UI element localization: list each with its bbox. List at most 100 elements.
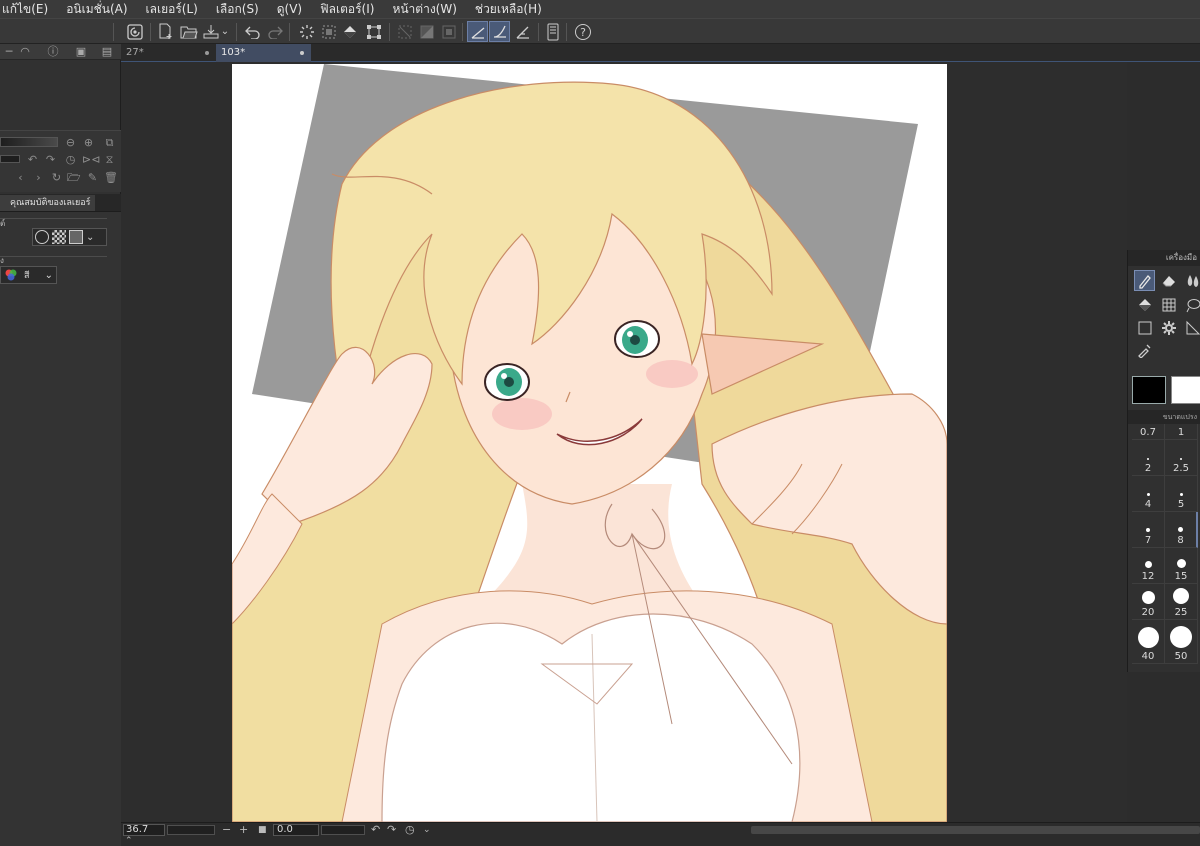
brush-size-12[interactable]: 12 <box>1132 548 1165 584</box>
fill-bucket-icon[interactable] <box>1134 294 1155 315</box>
new-file-icon[interactable] <box>155 21 176 42</box>
pen-tool-icon[interactable] <box>1134 270 1155 291</box>
menu-help[interactable]: ช่วยเหลือ(H) <box>466 0 551 18</box>
select-all-icon[interactable] <box>318 21 339 42</box>
redo-icon[interactable] <box>264 21 285 42</box>
color-select[interactable]: สี ⌄ <box>0 266 57 284</box>
curve-snap-icon[interactable] <box>489 21 510 42</box>
brush-size-7[interactable]: 7 <box>1132 512 1165 548</box>
fit-window-icon[interactable]: ■ <box>258 823 267 837</box>
rotate-right-icon[interactable]: ↷ <box>44 153 57 166</box>
menu-view[interactable]: ดู(V) <box>268 0 311 18</box>
chevron-down-icon[interactable]: ⌄ <box>423 823 431 837</box>
fill-icon[interactable] <box>340 21 361 42</box>
deselect-icon[interactable] <box>394 21 415 42</box>
eyedropper-icon[interactable] <box>1134 339 1155 360</box>
tab-document-27[interactable]: 27* <box>121 44 216 62</box>
open-file-icon[interactable] <box>178 21 199 42</box>
brush-size-1[interactable]: 1 <box>1165 424 1198 440</box>
eraser-tool-icon[interactable] <box>1158 270 1179 291</box>
chevron-down-icon[interactable]: ⌄ <box>219 21 231 42</box>
navigator-zoom-slider[interactable] <box>0 137 58 147</box>
trash-icon[interactable]: 🗑 <box>104 171 118 184</box>
rotate-right-icon[interactable]: ↷ <box>387 823 396 837</box>
brush-size-8[interactable]: 8 <box>1165 512 1198 548</box>
help-icon[interactable]: ? <box>572 21 593 42</box>
left-panel-tabs: ─ ◠ ⓘ ▣ ▤ <box>0 44 121 60</box>
zoom-in-icon[interactable]: ⊕ <box>82 136 95 149</box>
gear-icon[interactable] <box>1158 317 1179 338</box>
close-dot-icon[interactable] <box>300 51 304 55</box>
save-icon[interactable] <box>200 21 221 42</box>
logo-icon[interactable] <box>124 21 145 42</box>
crop-icon[interactable] <box>438 21 459 42</box>
brush-size-15[interactable]: 15 <box>1165 548 1198 584</box>
brush-size-0-7[interactable]: 0.7 <box>1132 424 1165 440</box>
reset-rotation-icon[interactable]: ◷ <box>64 153 77 166</box>
flip-horizontal-icon[interactable]: ⊳⊲ <box>82 153 100 166</box>
brush-size-5[interactable]: 5 <box>1165 476 1198 512</box>
rotate-slider[interactable] <box>0 155 20 163</box>
zoom-out-icon[interactable]: ⊖ <box>64 136 77 149</box>
tab-layer-properties[interactable]: คุณสมบัติของเลเยอร์ <box>0 195 95 211</box>
refresh-icon[interactable]: ↻ <box>50 171 63 184</box>
rotation-field[interactable]: 0.0 <box>273 824 319 836</box>
brush-size-20[interactable]: 20 <box>1132 584 1165 620</box>
ruler-snap-icon[interactable] <box>467 21 488 42</box>
edit-icon[interactable]: ✎ <box>86 171 99 184</box>
horizontal-scrollbar[interactable] <box>751 826 1200 834</box>
ruler-tool-icon[interactable] <box>1182 317 1200 338</box>
fit-icon[interactable]: ⧉ <box>103 136 116 149</box>
panel-icon[interactable]: ─ <box>2 45 16 58</box>
canvas-paper[interactable] <box>232 64 947 822</box>
sub-color-swatch[interactable] <box>1171 376 1200 404</box>
undo-icon[interactable] <box>242 21 263 42</box>
brush-size-2-5[interactable]: 2.5 <box>1165 440 1198 476</box>
perspective-snap-icon[interactable] <box>512 21 533 42</box>
tone-effect-icon[interactable] <box>52 230 66 244</box>
chevron-down-icon[interactable]: ⌄ <box>86 232 94 243</box>
brush-size-2[interactable]: 2 <box>1132 440 1165 476</box>
folder-icon[interactable]: 🗁 <box>67 171 81 184</box>
loading-icon[interactable] <box>296 21 317 42</box>
menu-filter[interactable]: ฟิลเตอร์(I) <box>311 0 383 18</box>
reset-rotation-icon[interactable]: ◷ <box>405 823 415 837</box>
zoom-in-icon[interactable]: + <box>239 823 248 837</box>
brush-size-50[interactable]: 50 <box>1165 620 1198 664</box>
frame-tool-icon[interactable] <box>1158 294 1179 315</box>
close-dot-icon[interactable] <box>205 51 209 55</box>
navigator-icon[interactable]: ◠ <box>18 45 32 58</box>
menu-select[interactable]: เลือก(S) <box>207 0 268 18</box>
rotate-left-icon[interactable]: ↶ <box>371 823 380 837</box>
border-effect-icon[interactable] <box>35 230 49 244</box>
info-icon[interactable]: ⓘ <box>46 45 60 58</box>
next-icon[interactable]: › <box>32 171 45 184</box>
rect-select-icon[interactable] <box>1134 317 1155 338</box>
layer-icon[interactable]: ▣ <box>74 45 88 58</box>
expand-icon[interactable]: ⌃ <box>125 834 133 846</box>
menu-window[interactable]: หน้าต่าง(W) <box>383 0 465 18</box>
brush-size-25[interactable]: 25 <box>1165 584 1198 620</box>
prev-icon[interactable]: ‹ <box>14 171 27 184</box>
layer-color-effect-icon[interactable] <box>69 230 83 244</box>
rotation-slider[interactable] <box>321 825 365 835</box>
invert-icon[interactable] <box>416 21 437 42</box>
lasso-tool-icon[interactable] <box>1182 294 1200 315</box>
zoom-slider[interactable] <box>167 825 215 835</box>
rotate-left-icon[interactable]: ↶ <box>26 153 39 166</box>
tab-document-103[interactable]: 103* <box>216 44 311 62</box>
zoom-out-icon[interactable]: − <box>222 823 231 837</box>
menu-layer[interactable]: เลเยอร์(L) <box>137 0 207 18</box>
toolbar-grip[interactable] <box>113 23 114 41</box>
panel-menu-icon[interactable]: ▤ <box>100 45 114 58</box>
device-icon[interactable] <box>542 21 563 42</box>
flip-vertical-icon[interactable]: ⧖ <box>103 153 116 166</box>
brush-size-40[interactable]: 40 <box>1132 620 1165 664</box>
menu-edit[interactable]: แก้ไข(E) <box>0 0 57 18</box>
blend-tool-icon[interactable] <box>1182 270 1200 291</box>
main-color-swatch[interactable] <box>1132 376 1166 404</box>
canvas-area[interactable] <box>121 62 1127 822</box>
menu-animation[interactable]: อนิเมชั่น(A) <box>57 0 136 18</box>
transform-icon[interactable] <box>363 21 384 42</box>
brush-size-4[interactable]: 4 <box>1132 476 1165 512</box>
